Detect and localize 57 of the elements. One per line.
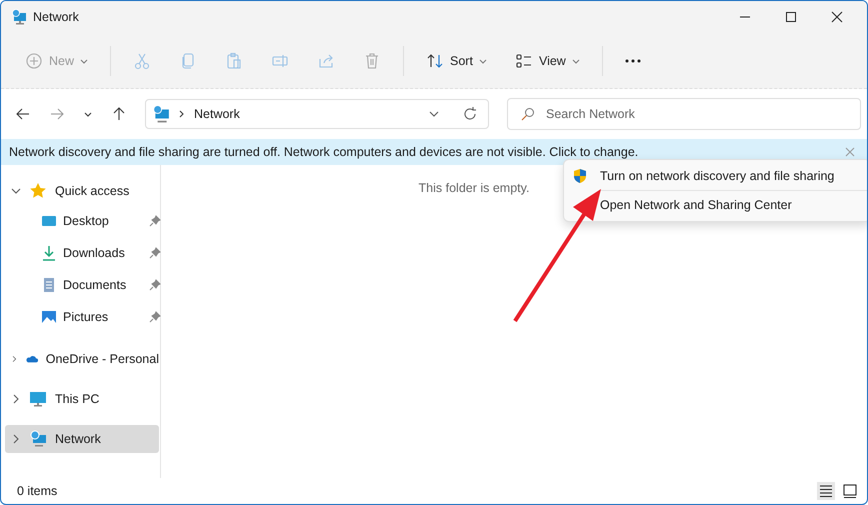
more-icon [624,58,641,62]
details-view-icon[interactable] [817,482,835,500]
empty-folder-message: This folder is empty. [418,181,530,197]
chevron-down-icon[interactable] [11,186,21,196]
refresh-icon[interactable] [462,106,478,122]
download-icon [41,245,57,261]
maximize-icon[interactable] [785,11,797,23]
scissors-icon [133,52,152,70]
caret-icon [572,56,580,64]
pin-icon[interactable] [149,247,161,259]
sidebar-item[interactable]: Quick access [5,177,159,205]
chevron-right-icon[interactable] [11,394,21,404]
plus-circle-icon [25,52,43,70]
item-count: 0 items [17,484,58,498]
up-icon[interactable] [111,106,127,122]
sidebar-item[interactable]: OneDrive - Personal [5,345,159,373]
pin-icon[interactable] [149,215,161,227]
caret-icon [478,56,487,64]
monitor-icon [29,390,47,408]
sidebar-item[interactable]: Pictures [5,301,161,333]
caret-icon [80,56,88,64]
menu-item[interactable]: Turn on network discovery and file sharing [564,162,867,190]
close-icon[interactable] [831,11,843,23]
sidebar-item[interactable]: This PC [5,385,159,413]
sidebar-item[interactable]: Downloads [5,237,161,269]
path-segment[interactable]: Network [194,107,420,121]
chevron-right-icon[interactable] [11,354,18,364]
address-bar[interactable]: Network [145,99,489,129]
pin-icon[interactable] [149,279,161,291]
share-icon [317,52,336,70]
sidebar-item[interactable]: Documents [5,269,161,301]
info-bar[interactable]: Network discovery and file sharing are turned off. Network computers and devices are not visible. Click to change. [1,139,867,165]
forward-icon[interactable] [49,106,65,122]
network-icon [29,430,47,448]
picture-icon [41,309,57,325]
sort-icon [426,52,444,70]
search-field[interactable]: Search Network [507,98,861,130]
sidebar-item[interactable]: Network [5,425,159,453]
back-icon[interactable] [15,106,31,122]
chevron-right-icon [178,110,186,118]
sort-button[interactable]: Sort [414,46,499,76]
window-title: Network [33,10,79,24]
chevron-right-icon[interactable] [11,434,21,444]
view-icon [514,52,533,70]
info-bar-message[interactable]: Network discovery and file sharing are turned off. Network computers and devices are not visible. Click to change. [9,145,845,159]
network-icon [11,9,27,25]
sidebar-item[interactable]: Desktop [5,205,161,237]
document-icon [41,277,57,293]
view-button[interactable]: View [502,46,592,76]
network-icon [152,105,170,123]
clipboard-icon [225,52,244,70]
desktop-icon [41,213,57,229]
tiles-view-icon[interactable] [841,482,859,500]
star-icon [29,182,47,200]
pin-icon[interactable] [149,311,161,323]
menu-item[interactable]: Open Network and Sharing Center [564,191,867,219]
search-icon [521,107,535,121]
